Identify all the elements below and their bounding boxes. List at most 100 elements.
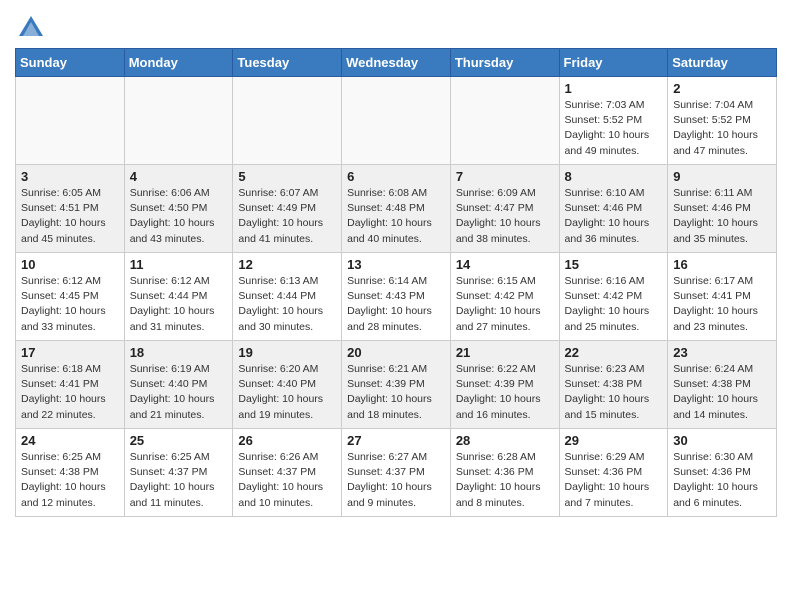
day-number: 4	[130, 169, 228, 184]
day-info: Sunrise: 6:10 AMSunset: 4:46 PMDaylight:…	[565, 186, 663, 247]
day-info: Sunrise: 6:22 AMSunset: 4:39 PMDaylight:…	[456, 362, 554, 423]
day-number: 1	[565, 81, 663, 96]
calendar-cell: 16 Sunrise: 6:17 AMSunset: 4:41 PMDayligh…	[668, 253, 777, 341]
day-number: 25	[130, 433, 228, 448]
calendar-cell: 21Sunrise: 6:22 AMSunset: 4:39 PMDayligh…	[450, 341, 559, 429]
col-header-wednesday: Wednesday	[342, 49, 451, 77]
calendar-cell: 27 Sunrise: 6:27 AMSunset: 4:37 PMDayligh…	[342, 429, 451, 517]
day-number: 6	[347, 169, 445, 184]
day-info: Sunrise: 6:06 AMSunset: 4:50 PMDaylight:…	[130, 186, 228, 247]
header	[15, 10, 777, 42]
calendar-cell: 6 Sunrise: 6:08 AMSunset: 4:48 PMDaylight…	[342, 165, 451, 253]
day-info: Sunrise: 6:28 AMSunset: 4:36 PMDaylight:…	[456, 450, 554, 511]
day-info: Sunrise: 6:24 AMSunset: 4:38 PMDaylight:…	[673, 362, 771, 423]
col-header-tuesday: Tuesday	[233, 49, 342, 77]
calendar-cell: 18Sunrise: 6:19 AMSunset: 4:40 PMDayligh…	[124, 341, 233, 429]
day-info: Sunrise: 6:05 AMSunset: 4:51 PMDaylight:…	[21, 186, 119, 247]
day-number: 27	[347, 433, 445, 448]
calendar-table: SundayMondayTuesdayWednesdayThursdayFrid…	[15, 48, 777, 517]
col-header-saturday: Saturday	[668, 49, 777, 77]
day-number: 20	[347, 345, 445, 360]
day-number: 16	[673, 257, 771, 272]
calendar-cell: 13 Sunrise: 6:14 AMSunset: 4:43 PMDayligh…	[342, 253, 451, 341]
day-info: Sunrise: 6:23 AMSunset: 4:38 PMDaylight:…	[565, 362, 663, 423]
calendar-cell: 25 Sunrise: 6:25 AMSunset: 4:37 PMDayligh…	[124, 429, 233, 517]
day-info: Sunrise: 6:25 AMSunset: 4:38 PMDaylight:…	[21, 450, 119, 511]
logo-icon	[17, 14, 45, 42]
day-number: 13	[347, 257, 445, 272]
calendar-cell	[342, 77, 451, 165]
calendar-cell	[124, 77, 233, 165]
day-info: Sunrise: 6:21 AMSunset: 4:39 PMDaylight:…	[347, 362, 445, 423]
calendar-cell: 24Sunrise: 6:25 AMSunset: 4:38 PMDayligh…	[16, 429, 125, 517]
day-number: 28	[456, 433, 554, 448]
calendar-week-row: 24Sunrise: 6:25 AMSunset: 4:38 PMDayligh…	[16, 429, 777, 517]
day-number: 30	[673, 433, 771, 448]
calendar-cell: 8 Sunrise: 6:10 AMSunset: 4:46 PMDaylight…	[559, 165, 668, 253]
day-info: Sunrise: 6:09 AMSunset: 4:47 PMDaylight:…	[456, 186, 554, 247]
day-number: 2	[673, 81, 771, 96]
calendar-cell: 22 Sunrise: 6:23 AMSunset: 4:38 PMDayligh…	[559, 341, 668, 429]
calendar-cell: 14Sunrise: 6:15 AMSunset: 4:42 PMDayligh…	[450, 253, 559, 341]
day-number: 5	[238, 169, 336, 184]
calendar-cell	[233, 77, 342, 165]
day-number: 8	[565, 169, 663, 184]
calendar-cell: 5 Sunrise: 6:07 AMSunset: 4:49 PMDaylight…	[233, 165, 342, 253]
day-number: 7	[456, 169, 554, 184]
day-number: 12	[238, 257, 336, 272]
day-info: Sunrise: 6:18 AMSunset: 4:41 PMDaylight:…	[21, 362, 119, 423]
calendar-cell: 10 Sunrise: 6:12 AMSunset: 4:45 PMDayligh…	[16, 253, 125, 341]
col-header-friday: Friday	[559, 49, 668, 77]
day-info: Sunrise: 6:17 AMSunset: 4:41 PMDaylight:…	[673, 274, 771, 335]
calendar-cell: 9Sunrise: 6:11 AMSunset: 4:46 PMDaylight…	[668, 165, 777, 253]
day-info: Sunrise: 6:25 AMSunset: 4:37 PMDaylight:…	[130, 450, 228, 511]
calendar-cell: 11Sunrise: 6:12 AMSunset: 4:44 PMDayligh…	[124, 253, 233, 341]
calendar-cell: 2 Sunrise: 7:04 AMSunset: 5:52 PMDaylight…	[668, 77, 777, 165]
day-info: Sunrise: 6:14 AMSunset: 4:43 PMDaylight:…	[347, 274, 445, 335]
calendar-cell: 15 Sunrise: 6:16 AMSunset: 4:42 PMDayligh…	[559, 253, 668, 341]
day-info: Sunrise: 6:15 AMSunset: 4:42 PMDaylight:…	[456, 274, 554, 335]
calendar-cell	[450, 77, 559, 165]
calendar-cell: 20 Sunrise: 6:21 AMSunset: 4:39 PMDayligh…	[342, 341, 451, 429]
calendar-cell: 29 Sunrise: 6:29 AMSunset: 4:36 PMDayligh…	[559, 429, 668, 517]
calendar-week-row: 10 Sunrise: 6:12 AMSunset: 4:45 PMDayligh…	[16, 253, 777, 341]
calendar-cell: 28 Sunrise: 6:28 AMSunset: 4:36 PMDayligh…	[450, 429, 559, 517]
calendar-cell: 23Sunrise: 6:24 AMSunset: 4:38 PMDayligh…	[668, 341, 777, 429]
calendar-header-row: SundayMondayTuesdayWednesdayThursdayFrid…	[16, 49, 777, 77]
calendar-cell: 3 Sunrise: 6:05 AMSunset: 4:51 PMDaylight…	[16, 165, 125, 253]
col-header-thursday: Thursday	[450, 49, 559, 77]
day-number: 10	[21, 257, 119, 272]
day-number: 26	[238, 433, 336, 448]
day-info: Sunrise: 6:12 AMSunset: 4:45 PMDaylight:…	[21, 274, 119, 335]
calendar-cell: 1Sunrise: 7:03 AMSunset: 5:52 PMDaylight…	[559, 77, 668, 165]
logo	[15, 14, 45, 42]
day-info: Sunrise: 7:04 AMSunset: 5:52 PMDaylight:…	[673, 98, 771, 159]
calendar-cell	[16, 77, 125, 165]
calendar-cell: 30Sunrise: 6:30 AMSunset: 4:36 PMDayligh…	[668, 429, 777, 517]
day-info: Sunrise: 6:27 AMSunset: 4:37 PMDaylight:…	[347, 450, 445, 511]
day-number: 22	[565, 345, 663, 360]
calendar-cell: 7 Sunrise: 6:09 AMSunset: 4:47 PMDaylight…	[450, 165, 559, 253]
day-info: Sunrise: 6:29 AMSunset: 4:36 PMDaylight:…	[565, 450, 663, 511]
day-info: Sunrise: 6:20 AMSunset: 4:40 PMDaylight:…	[238, 362, 336, 423]
day-info: Sunrise: 6:19 AMSunset: 4:40 PMDaylight:…	[130, 362, 228, 423]
calendar-week-row: 1Sunrise: 7:03 AMSunset: 5:52 PMDaylight…	[16, 77, 777, 165]
day-number: 19	[238, 345, 336, 360]
day-info: Sunrise: 6:11 AMSunset: 4:46 PMDaylight:…	[673, 186, 771, 247]
day-info: Sunrise: 6:12 AMSunset: 4:44 PMDaylight:…	[130, 274, 228, 335]
calendar-week-row: 17 Sunrise: 6:18 AMSunset: 4:41 PMDayligh…	[16, 341, 777, 429]
day-number: 15	[565, 257, 663, 272]
day-info: Sunrise: 6:16 AMSunset: 4:42 PMDaylight:…	[565, 274, 663, 335]
col-header-monday: Monday	[124, 49, 233, 77]
calendar-cell: 19 Sunrise: 6:20 AMSunset: 4:40 PMDayligh…	[233, 341, 342, 429]
day-info: Sunrise: 6:13 AMSunset: 4:44 PMDaylight:…	[238, 274, 336, 335]
col-header-sunday: Sunday	[16, 49, 125, 77]
calendar-cell: 12 Sunrise: 6:13 AMSunset: 4:44 PMDayligh…	[233, 253, 342, 341]
day-number: 3	[21, 169, 119, 184]
day-info: Sunrise: 6:26 AMSunset: 4:37 PMDaylight:…	[238, 450, 336, 511]
calendar-cell: 17 Sunrise: 6:18 AMSunset: 4:41 PMDayligh…	[16, 341, 125, 429]
day-number: 29	[565, 433, 663, 448]
day-info: Sunrise: 6:07 AMSunset: 4:49 PMDaylight:…	[238, 186, 336, 247]
day-number: 17	[21, 345, 119, 360]
day-info: Sunrise: 6:08 AMSunset: 4:48 PMDaylight:…	[347, 186, 445, 247]
